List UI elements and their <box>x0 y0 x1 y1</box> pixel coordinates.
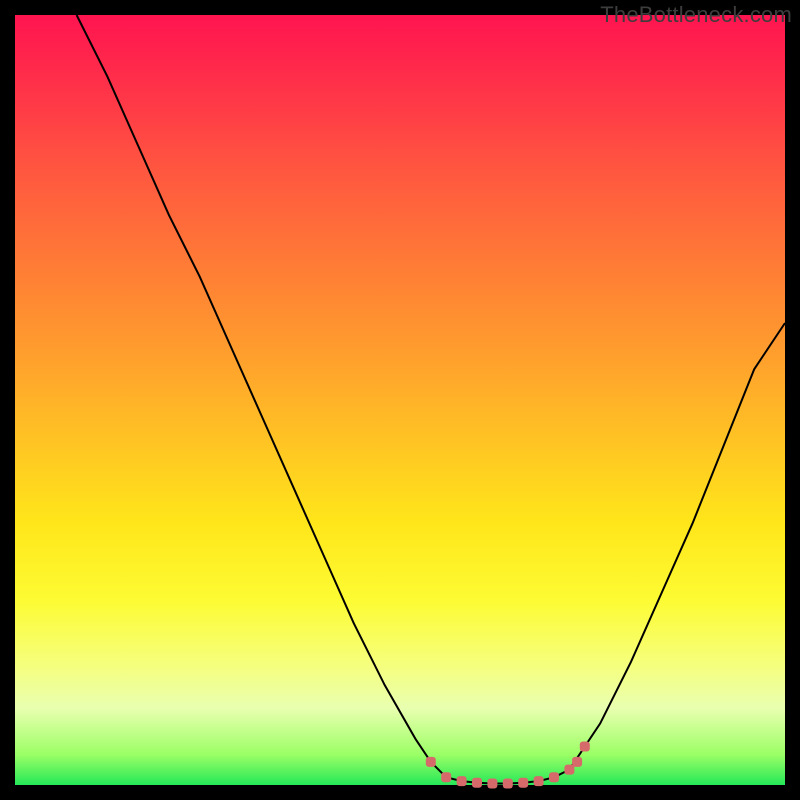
marker-dot <box>457 776 467 786</box>
curve-right-branch <box>569 323 785 770</box>
marker-dot <box>487 779 497 789</box>
marker-dot <box>549 772 559 782</box>
chart-plot-area <box>15 15 785 785</box>
curve-left-branch <box>77 15 447 777</box>
marker-dot <box>580 742 590 752</box>
chart-stage: TheBottleneck.com <box>0 0 800 800</box>
marker-dot <box>472 778 482 788</box>
chart-svg <box>15 15 785 785</box>
marker-dot <box>518 778 528 788</box>
watermark-text: TheBottleneck.com <box>600 2 792 28</box>
marker-dot <box>572 757 582 767</box>
marker-dot <box>564 765 574 775</box>
marker-dot <box>426 757 436 767</box>
marker-dot <box>503 779 513 789</box>
marker-dot <box>534 776 544 786</box>
marker-dot <box>441 772 451 782</box>
marker-highlight-group <box>426 742 590 789</box>
